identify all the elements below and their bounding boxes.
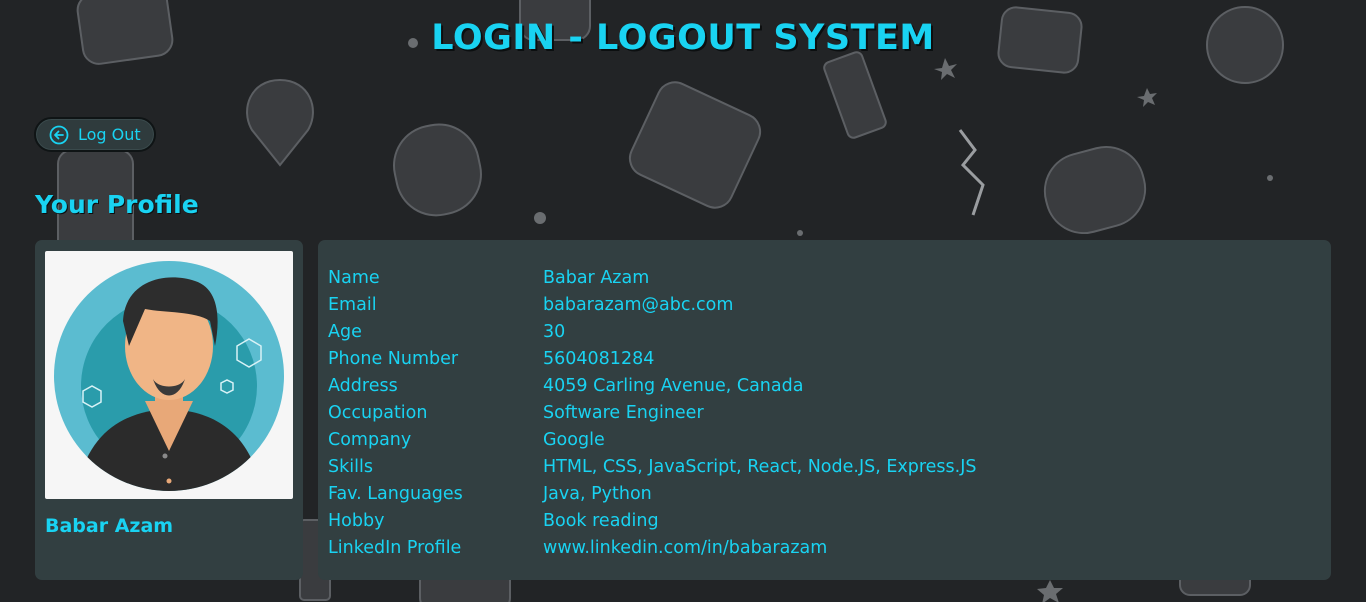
detail-label: Phone Number (328, 348, 459, 369)
page-title: LOGIN - LOGOUT SYSTEM (431, 18, 935, 58)
profile-card: Babar Azam (35, 240, 303, 580)
detail-value: Google (543, 429, 605, 450)
detail-value: HTML, CSS, JavaScript, React, Node.JS, E… (543, 456, 977, 477)
profile-details-list: Name Babar Azam Email babarazam@abc.com Ag… (328, 264, 977, 561)
detail-row-age: Age 30 (328, 318, 977, 345)
detail-label: Occupation (328, 402, 428, 423)
arrow-left-circle-icon (49, 125, 69, 144)
profile-details-card: Name Babar Azam Email babarazam@abc.com Ag… (318, 240, 1331, 580)
detail-label: Company (328, 429, 412, 450)
detail-row-languages: Fav. Languages Java, Python (328, 480, 977, 507)
avatar (45, 251, 293, 499)
detail-row-skills: Skills HTML, CSS, JavaScript, React, Node… (328, 453, 977, 480)
logout-label: Log Out (78, 125, 141, 144)
detail-row-address: Address 4059 Carling Avenue, Canada (328, 372, 977, 399)
detail-row-phone: Phone Number 5604081284 (328, 345, 977, 372)
page: LOGIN - LOGOUT SYSTEM Log Out Your Profi… (0, 0, 1366, 602)
detail-label: Address (328, 375, 398, 396)
detail-label: Fav. Languages (328, 483, 463, 504)
avatar-illustration (54, 261, 284, 491)
detail-label: Email (328, 294, 377, 315)
detail-value: 30 (543, 321, 566, 342)
detail-value: Software Engineer (543, 402, 704, 423)
logout-button[interactable]: Log Out (34, 117, 156, 152)
detail-row-linkedin: LinkedIn Profile www.linkedin.com/in/baba… (328, 534, 977, 561)
detail-row-occupation: Occupation Software Engineer (328, 399, 977, 426)
detail-label: Age (328, 321, 362, 342)
detail-row-hobby: Hobby Book reading (328, 507, 977, 534)
detail-row-company: Company Google (328, 426, 977, 453)
detail-row-name: Name Babar Azam (328, 264, 977, 291)
detail-value: Book reading (543, 510, 659, 531)
detail-value: 5604081284 (543, 348, 655, 369)
detail-label: LinkedIn Profile (328, 537, 462, 558)
linkedin-link[interactable]: www.linkedin.com/in/babarazam (543, 538, 827, 558)
profile-name: Babar Azam (45, 515, 174, 537)
detail-label: Skills (328, 456, 373, 477)
detail-value: babarazam@abc.com (543, 294, 734, 315)
detail-label: Hobby (328, 510, 385, 531)
detail-value: Java, Python (543, 483, 652, 504)
detail-row-email: Email babarazam@abc.com (328, 291, 977, 318)
detail-value: Babar Azam (543, 267, 650, 288)
detail-label: Name (328, 267, 380, 288)
section-title: Your Profile (35, 190, 199, 219)
detail-value: 4059 Carling Avenue, Canada (543, 375, 804, 396)
